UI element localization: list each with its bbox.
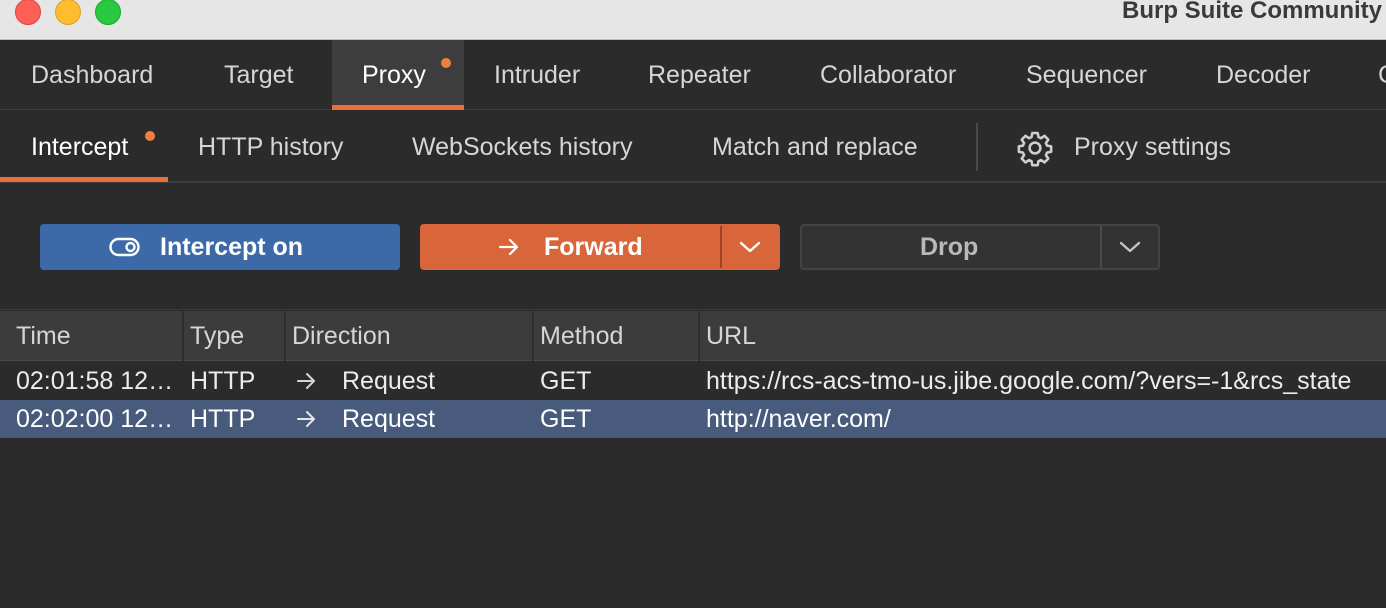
drop-split-divider [1100,226,1102,268]
cell-direction: Request [342,405,436,433]
tab-collaborator[interactable]: Collaborator [820,40,956,110]
subtab-intercept[interactable]: Intercept [31,111,128,183]
tab-decoder[interactable]: Decoder [1216,40,1311,110]
subtab-proxy-settings[interactable]: Proxy settings [1074,111,1231,183]
tab-proxy[interactable]: Proxy [332,40,464,110]
intercept-toolbar: Intercept on Forward Drop [0,185,1386,310]
arrow-right-icon [297,373,315,389]
cell-type: HTTP [190,367,256,395]
subtab-match-and-replace[interactable]: Match and replace [712,111,918,183]
chevron-down-icon[interactable] [1118,238,1142,256]
forward-button[interactable]: Forward [420,224,780,270]
cell-url: http://naver.com/ [706,405,891,433]
main-tab-bar: Dashboard Target Proxy Intruder Repeater… [0,40,1386,110]
drop-button-label: Drop [920,233,979,261]
drop-button[interactable]: Drop [800,224,1160,270]
subtab-http-history[interactable]: HTTP history [198,111,343,183]
intercept-queue-table: Time Type Direction Method URL 02:01:58 … [0,311,1386,608]
window-titlebar: Burp Suite Community [0,0,1386,40]
minimize-window-button[interactable] [55,0,81,25]
close-window-button[interactable] [15,0,41,25]
table-header: Time Type Direction Method URL [0,311,1386,361]
tab-proxy-label: Proxy [362,61,426,89]
subtab-divider [976,123,978,171]
tab-dashboard[interactable]: Dashboard [31,40,153,110]
cell-time: 02:01:58 12… [16,367,174,395]
cell-type: HTTP [190,405,256,433]
cell-method: GET [540,367,592,395]
tab-intruder[interactable]: Intruder [494,40,580,110]
column-header-url[interactable]: URL [698,311,1386,361]
table-row[interactable]: 02:01:58 12… HTTP Request GET https://rc… [0,362,1386,400]
table-row-selected[interactable]: 02:02:00 12… HTTP Request GET http://nav… [0,400,1386,438]
zoom-window-button[interactable] [95,0,121,25]
subtab-websockets-history[interactable]: WebSockets history [412,111,632,183]
column-header-method[interactable]: Method [532,311,700,361]
column-header-time[interactable]: Time [8,311,184,361]
window-title: Burp Suite Community [1121,0,1382,24]
gear-icon[interactable] [1016,129,1054,167]
proxy-sub-tab-bar: Intercept HTTP history WebSockets histor… [0,111,1386,183]
forward-button-label: Forward [544,233,643,261]
toggle-icon [109,237,140,257]
cell-method: GET [540,405,592,433]
tab-overflow-partial[interactable]: C [1378,40,1386,110]
subtab-active-indicator [0,177,168,182]
intercept-button-label: Intercept on [160,233,304,261]
tab-sequencer[interactable]: Sequencer [1026,40,1147,110]
cell-direction: Request [342,367,436,395]
intercept-notification-dot [145,131,155,141]
tab-target[interactable]: Target [224,40,293,110]
forward-split-divider [720,226,722,268]
intercept-toggle-button[interactable]: Intercept on [40,224,400,270]
column-header-direction[interactable]: Direction [284,311,534,361]
proxy-notification-dot [441,58,451,68]
column-header-type[interactable]: Type [182,311,286,361]
arrow-right-icon [498,238,519,256]
arrow-right-icon [297,411,315,427]
cell-url: https://rcs-acs-tmo-us.jibe.google.com/?… [706,367,1352,395]
chevron-down-icon[interactable] [738,238,762,256]
cell-time: 02:02:00 12… [16,405,174,433]
tab-repeater[interactable]: Repeater [648,40,751,110]
